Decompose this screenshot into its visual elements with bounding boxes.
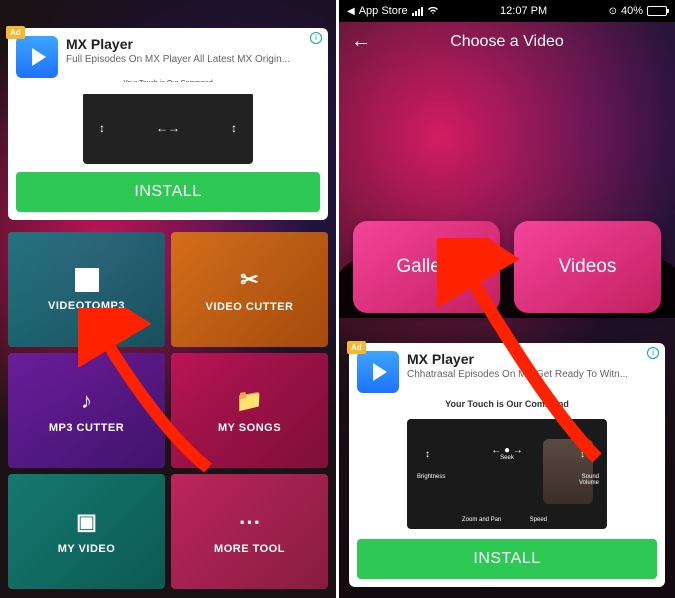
tile-my-songs[interactable]: 📁 MY SONGS xyxy=(171,353,328,468)
ad-preview-image: ↕←→↕ xyxy=(83,92,253,164)
tile-my-video[interactable]: ▣ MY VIDEO xyxy=(8,474,165,589)
mx-player-app-icon xyxy=(16,36,58,78)
tile-video-cutter[interactable]: ✂ VIDEO CUTTER xyxy=(171,232,328,347)
status-bar: ◀ App Store 12:07 PM ⊙ 40% xyxy=(339,0,675,22)
mp3-cutter-icon: ♪ xyxy=(81,388,92,414)
alarm-icon: ⊙ xyxy=(609,6,617,17)
tile-label: MY SONGS xyxy=(218,422,281,434)
ad-card[interactable]: Ad i MX Player Chhatrasal Episodes On MX… xyxy=(349,343,665,587)
battery-pct: 40% xyxy=(621,5,643,17)
ad-subtitle: Chhatrasal Episodes On MX Get Ready To W… xyxy=(407,369,657,380)
gesture-volume-label: Sound Volume xyxy=(569,474,599,486)
video-to-mp3-icon xyxy=(75,268,99,292)
signal-icon xyxy=(412,7,423,16)
gesture-speed-label: Speed xyxy=(530,517,547,523)
videos-button[interactable]: Videos xyxy=(514,221,661,313)
my-video-icon: ▣ xyxy=(76,509,97,535)
gesture-brightness-label: Brightness xyxy=(417,474,445,480)
mx-player-app-icon xyxy=(357,351,399,393)
tile-label: MP3 CUTTER xyxy=(49,422,124,434)
ad-badge-icon: Ad xyxy=(347,341,366,354)
tile-label: MY VIDEO xyxy=(58,543,116,555)
tile-mp3-cutter[interactable]: ♪ MP3 CUTTER xyxy=(8,353,165,468)
ad-card[interactable]: Ad i MX Player Full Episodes On MX Playe… xyxy=(8,28,328,220)
ad-badge-icon: Ad xyxy=(6,26,25,39)
tile-video-to-mp3[interactable]: VIDEOTOMP3 xyxy=(8,232,165,347)
my-songs-icon: 📁 xyxy=(236,388,263,414)
tool-grid: VIDEOTOMP3 ✂ VIDEO CUTTER ♪ MP3 CUTTER 📁… xyxy=(8,232,328,589)
ad-subtitle: Full Episodes On MX Player All Latest MX… xyxy=(66,54,320,65)
ad-info-icon[interactable]: i xyxy=(310,32,322,44)
nav-header: ← Choose a Video xyxy=(339,22,675,61)
back-to-appstore-icon[interactable]: ◀ xyxy=(347,6,355,17)
carrier-label: App Store xyxy=(359,5,408,17)
tile-more-tool[interactable]: ⋯ MORE TOOL xyxy=(171,474,328,589)
install-button[interactable]: INSTALL xyxy=(16,172,320,212)
screen-choose-video: ◀ App Store 12:07 PM ⊙ 40% ← Choose a Vi… xyxy=(339,0,675,598)
install-button[interactable]: INSTALL xyxy=(357,539,657,579)
wifi-icon xyxy=(427,5,439,18)
source-picker-row: Gallery Videos xyxy=(339,221,675,313)
tile-label: MORE TOOL xyxy=(214,543,285,555)
page-title: Choose a Video xyxy=(351,33,663,51)
screen-main-tools: ◀ App Store 12:07 PM ⊙ 40% Ad i MX Playe… xyxy=(0,0,336,598)
gesture-seek-label: Seek xyxy=(500,455,514,461)
ad-preview-image: ← ● → ↕ ↕ Seek Brightness Sound Volume Z… xyxy=(407,419,607,529)
battery-icon xyxy=(647,6,667,16)
ad-info-icon[interactable]: i xyxy=(647,347,659,359)
tile-label: VIDEOTOMP3 xyxy=(48,300,125,312)
gesture-zoom-label: Zoom and Pan xyxy=(462,517,501,523)
tile-label: VIDEO CUTTER xyxy=(206,301,294,313)
ad-preview-caption: Your Touch is Our Command xyxy=(357,399,657,409)
more-tool-icon: ⋯ xyxy=(239,509,261,535)
ad-title: MX Player xyxy=(407,351,657,367)
gallery-button[interactable]: Gallery xyxy=(353,221,500,313)
ad-title: MX Player xyxy=(66,36,320,52)
video-cutter-icon: ✂ xyxy=(240,267,258,293)
clock-label: 12:07 PM xyxy=(500,5,547,17)
